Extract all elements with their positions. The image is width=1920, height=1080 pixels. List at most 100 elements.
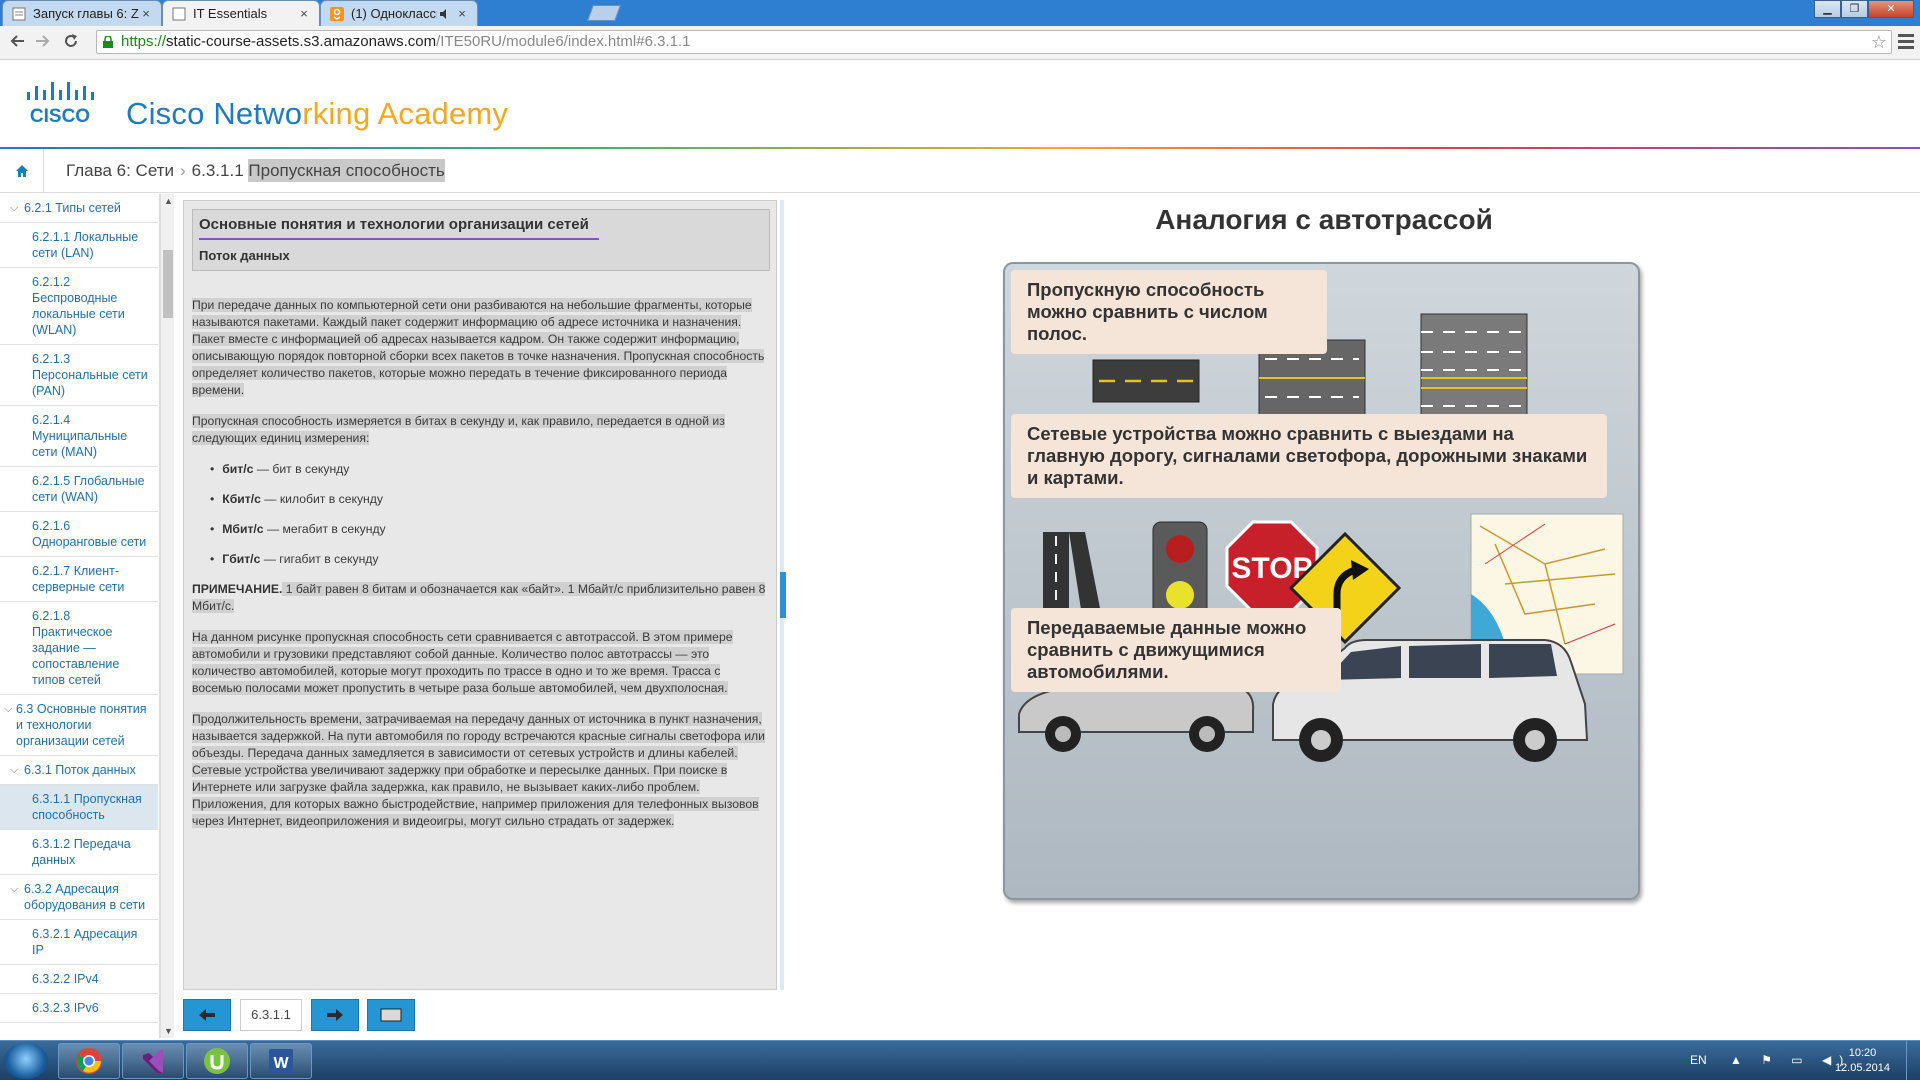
sidebar-item[interactable]: 6.2.1.3 Персональные сети (PAN) — [0, 345, 158, 406]
browser-menu-icon[interactable] — [1898, 34, 1914, 52]
sidebar-item[interactable]: 6.2.1.7 Клиент-серверные сети — [0, 557, 158, 602]
language-indicator[interactable]: EN — [1690, 1053, 1707, 1067]
fullscreen-button[interactable] — [367, 999, 415, 1031]
address-bar[interactable]: https://static-course-assets.s3.amazonaw… — [96, 30, 1892, 54]
clock[interactable]: 10:20 12.05.2014 — [1835, 1046, 1890, 1076]
sidebar-item-label: 6.2.1 Типы сетей — [24, 201, 121, 215]
url-path: /ITE50RU/module6/index.html#6.3.1.1 — [436, 33, 691, 50]
tab-chapter-launch[interactable]: Запуск главы 6: ZGEC_Gl × — [2, 0, 162, 26]
sidebar-item[interactable]: 6.2.1.5 Глобальные сети (WAN) — [0, 467, 158, 512]
sidebar-item-label: 6.3 Основные понятия и технологии органи… — [16, 702, 147, 748]
topic-title: Основные понятия и технологии организаци… — [199, 216, 589, 233]
sidebar-item-label: 6.3.1.2 Передача данных — [32, 837, 131, 867]
sidebar-item[interactable]: 6.2.1.4 Муниципальные сети (MAN) — [0, 406, 158, 467]
tray-icons[interactable]: ▲ ⚑ ▭ ◀) — [1730, 1053, 1851, 1067]
sidebar-item[interactable]: 6.2.1.8 Практическое задание — сопоставл… — [0, 602, 158, 695]
url-scheme: https:// — [121, 33, 167, 50]
clock-time: 10:20 — [1848, 1047, 1877, 1059]
back-icon[interactable] — [6, 32, 28, 54]
scroll-down-icon[interactable]: ▼ — [164, 1026, 173, 1036]
academy-title: Cisco Networking Academy — [126, 96, 508, 132]
sidebar-item[interactable]: ⌵ 6.2.1 Типы сетей — [0, 194, 158, 223]
bookmark-star-icon[interactable]: ☆ — [1871, 31, 1887, 53]
toc-sidebar: ⌵ 6.2.1 Типы сетей 6.2.1.1 Локальные сети … — [0, 194, 160, 1038]
topic-subtitle: Поток данных — [199, 248, 290, 263]
list-item: Гбит/с — гигабит в секунду — [210, 551, 770, 568]
show-desktop-button[interactable] — [1906, 1041, 1920, 1080]
home-icon[interactable] — [0, 149, 44, 193]
breadcrumb-chapter[interactable]: Глава 6: Сети — [66, 161, 174, 180]
tab-label: Запуск главы 6: ZGEC_Gl — [33, 6, 139, 21]
reload-icon[interactable] — [60, 32, 82, 54]
sidebar-item[interactable]: 6.2.1.6 Одноранговые сети — [0, 512, 158, 557]
new-tab-button[interactable] — [587, 5, 621, 21]
title-part-orange: rking Academy — [302, 96, 509, 131]
breadcrumb-trail: Глава 6: Сети › 6.3.1.1 Пропускная способн… — [66, 159, 445, 182]
note-label: ПРИМЕЧАНИЕ. — [192, 582, 283, 596]
screen-icon — [380, 1008, 402, 1022]
text-panel-body: При передаче данных по компьютерной сети… — [192, 297, 770, 844]
close-icon[interactable]: × — [455, 6, 469, 21]
sidebar-item[interactable]: ⌵ 6.3 Основные понятия и технологии орган… — [0, 695, 158, 756]
start-button[interactable] — [4, 1043, 48, 1079]
browser-toolbar: https://static-course-assets.s3.amazonaw… — [0, 26, 1920, 60]
tab-odnoklassniki[interactable]: (1) Одноклассники × — [320, 0, 478, 26]
close-icon[interactable]: × — [139, 6, 153, 21]
paragraph-units: Пропускная способность измеряется в бита… — [192, 414, 725, 445]
text-panel: Основные понятия и технологии организаци… — [183, 200, 777, 990]
sidebar-item[interactable]: 6.3.2.2 IPv4 — [0, 965, 158, 994]
word-icon[interactable]: W — [250, 1043, 312, 1079]
visual-studio-icon[interactable] — [122, 1043, 184, 1079]
maximize-button[interactable]: ❐ — [1841, 0, 1868, 18]
sidebar-item-label: 6.2.1.6 Одноранговые сети — [32, 519, 147, 549]
window-close-button[interactable]: ✕ — [1868, 0, 1914, 18]
sidebar-item[interactable]: ⌵ 6.3.2 Адресация оборудования в сети — [0, 875, 158, 920]
sidebar-item[interactable]: 6.3.2.1 Адресация IP — [0, 920, 158, 965]
ok-icon — [329, 6, 345, 22]
minimize-button[interactable]: ▁ — [1814, 0, 1841, 18]
list-item: Кбит/с — килобит в секунду — [210, 491, 770, 508]
chrome-icon[interactable] — [58, 1043, 120, 1079]
tab-label: IT Essentials — [193, 6, 268, 21]
sidebar-item[interactable]: ⌵ 6.3.1 Поток данных — [0, 756, 158, 785]
speaker-icon — [437, 6, 453, 22]
page-icon — [171, 6, 187, 22]
sidebar-item-label: 6.3.2.1 Адресация IP — [32, 927, 138, 957]
breadcrumb-section-title: Пропускная способность — [248, 159, 445, 182]
url-host: static-course-assets.s3.amazonaws.com — [166, 33, 437, 50]
forward-icon[interactable] — [32, 32, 54, 54]
chevron-down-icon[interactable]: ⌵ — [10, 200, 18, 216]
illustration-title: Аналогия с автотрассой — [1155, 204, 1493, 235]
lock-icon — [103, 36, 113, 48]
sidebar-item[interactable]: 6.2.1.2 Беспроводные локальные сети (WLA… — [0, 268, 158, 345]
academy-header: CISCO Cisco Networking Academy — [0, 60, 1920, 147]
arrow-left-icon — [199, 1009, 215, 1021]
sidebar-scrollbar[interactable]: ▲ ▼ — [160, 194, 174, 1038]
scrollbar-thumb[interactable] — [163, 250, 173, 318]
tab-it-essentials[interactable]: IT Essentials × — [162, 0, 320, 26]
sidebar-item[interactable]: 6.2.1.1 Локальные сети (LAN) — [0, 223, 158, 268]
tab-label: (1) Одноклассники — [351, 6, 437, 21]
system-tray: EN ▲ ⚑ ▭ ◀) 10:20 12.05.2014 — [1680, 1041, 1920, 1080]
close-icon[interactable]: × — [297, 6, 311, 21]
browser-tab-strip: Запуск главы 6: ZGEC_Gl × IT Essentials … — [0, 0, 1920, 26]
illustration-art: STOP — [1018, 313, 1624, 762]
paragraph-latency: Продолжительность времени, затрачиваемая… — [192, 712, 765, 828]
previous-button[interactable] — [183, 999, 231, 1031]
sidebar-item[interactable]: 6.3.1.2 Передача данных — [0, 830, 158, 875]
list-item: бит/с — бит в секунду — [210, 461, 770, 478]
sidebar-item[interactable]: 6.3.2.3 IPv6 — [0, 994, 158, 1023]
panel-scroll-thumb[interactable] — [780, 572, 786, 618]
window-controls: ▁ ❐ ✕ — [1814, 0, 1914, 18]
list-item: Мбит/с — мегабит в секунду — [210, 521, 770, 538]
next-button[interactable] — [311, 999, 359, 1031]
sidebar-item-label: 6.3.1.1 Пропускная способность — [32, 792, 142, 822]
title-underline — [199, 238, 599, 240]
scroll-up-icon[interactable]: ▲ — [164, 196, 173, 206]
sidebar-item[interactable]: 6.3.1.1 Пропускная способность — [0, 785, 158, 830]
chevron-down-icon[interactable]: ⌵ — [10, 762, 18, 778]
chevron-down-icon[interactable]: ⌵ — [4, 701, 12, 717]
chevron-down-icon[interactable]: ⌵ — [10, 881, 18, 897]
utorrent-icon[interactable] — [186, 1043, 248, 1079]
sidebar-item-label: 6.2.1.2 Беспроводные локальные сети (WLA… — [32, 275, 125, 337]
